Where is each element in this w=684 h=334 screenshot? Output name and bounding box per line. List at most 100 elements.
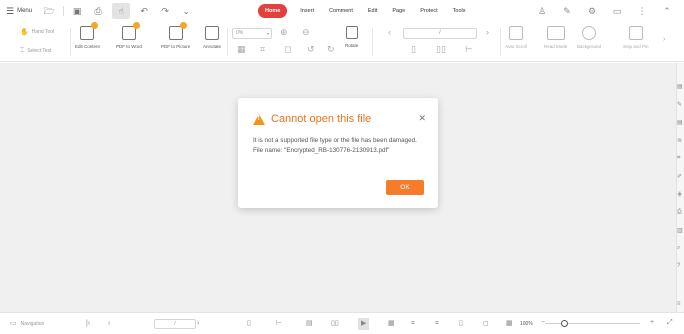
thumbnail-icon[interactable]: ▦ (506, 318, 513, 330)
divider (372, 28, 373, 56)
snip-and-pin-button[interactable]: Snip and Pin (623, 26, 649, 49)
document-icon[interactable]: ▤ (306, 318, 313, 330)
sidebar-icon: ▭ (10, 320, 17, 327)
next-page-icon[interactable]: › (486, 28, 489, 37)
tab-page[interactable]: Page (392, 4, 405, 18)
two-page-icon[interactable]: ▯▯ (436, 45, 446, 54)
menu-button[interactable]: ☰ Menu (6, 6, 32, 17)
split-icon[interactable]: ⋕ (677, 191, 684, 198)
single-page-icon[interactable]: ▯ (411, 45, 416, 54)
rotate-button[interactable]: Rotate (345, 26, 358, 48)
crop-icon[interactable]: ⌗ (677, 155, 684, 162)
zoom-slider[interactable] (545, 320, 640, 327)
print-icon[interactable]: ⎙ (677, 209, 684, 216)
read-mode-label: Read Mode (544, 44, 568, 49)
close-icon[interactable]: ✕ (418, 113, 426, 124)
zoom-out-icon[interactable]: ⊖ (302, 28, 310, 37)
fit-width-icon[interactable]: ⌗ (411, 318, 415, 330)
undo-icon[interactable]: ↶ (137, 4, 151, 18)
next-page-icon[interactable]: › (197, 318, 199, 330)
annotate-button[interactable]: Annotate (203, 26, 221, 49)
pdf-to-word-icon (121, 22, 140, 40)
background-label: Background (577, 44, 602, 49)
document-icon[interactable]: ▤ (677, 119, 684, 126)
brush-icon[interactable]: ✐ (677, 173, 684, 180)
hamburger-icon: ☰ (6, 5, 15, 16)
save-icon[interactable]: ▣ (70, 4, 84, 18)
more-icon[interactable]: ⋮ (634, 3, 650, 19)
rotate-right-icon[interactable]: ↻ (327, 45, 335, 54)
ok-button[interactable]: OK (386, 180, 424, 195)
tab-comment[interactable]: Comment (329, 4, 353, 18)
previous-page-icon[interactable]: ‹ (388, 28, 391, 37)
two-page-icon[interactable]: ▯▯ (331, 318, 339, 330)
panel-toggle-icon[interactable]: ≡ (677, 301, 684, 307)
ribbon-toolbar: ✋ Hand Tool ⌶ Select Text Edit Content P… (0, 22, 684, 62)
rotate-left-icon[interactable]: ↺ (307, 45, 315, 54)
customize-dropdown-icon[interactable]: ⌄ (179, 4, 193, 18)
actual-size-icon[interactable]: ◻ (284, 45, 291, 54)
tab-home[interactable]: Home (258, 4, 288, 18)
hand-pointer-icon[interactable]: ☝ (112, 3, 131, 19)
tab-edit[interactable]: Edit (368, 4, 377, 18)
user-icon[interactable]: ♙ (534, 3, 550, 19)
continuous-icon[interactable]: ⊢ (465, 45, 473, 54)
edit-content-icon (80, 22, 99, 40)
crop-icon[interactable]: ⌗ (435, 318, 439, 330)
dialog-header: Cannot open this file (253, 113, 371, 125)
read-mode-icon[interactable]: ▶ (358, 318, 370, 330)
auto-scroll-button[interactable]: Auto Scroll (505, 26, 527, 49)
page-number-input[interactable]: / (154, 319, 196, 329)
zoom-in-icon[interactable]: + (650, 317, 654, 329)
open-folder-icon[interactable]: 🗁 (42, 4, 56, 18)
edit-content-button[interactable]: Edit Content (75, 22, 100, 49)
note-icon[interactable]: ▯ (459, 318, 463, 330)
auto-scroll-label: Auto Scroll (505, 44, 527, 49)
auto-scroll-icon (508, 26, 523, 40)
pdf-to-word-button[interactable]: PDF to Word (116, 22, 142, 49)
tab-tools[interactable]: Tools (453, 4, 466, 18)
pdf-to-picture-button[interactable]: PDF to Picture (161, 22, 191, 49)
fullscreen-icon[interactable]: ⤢ (667, 317, 673, 329)
page-number-input[interactable]: / (403, 28, 477, 39)
file-name-text: File name: "Encrypted_RB-130776-2130913.… (253, 146, 390, 154)
settings-icon[interactable]: ⚙ (584, 3, 600, 19)
pdf-to-picture-label: PDF to Picture (161, 44, 191, 49)
compare-icon[interactable]: ≋ (677, 137, 684, 144)
archive-icon[interactable]: ▥ (677, 227, 684, 234)
fit-page-icon[interactable]: ▦ (388, 318, 395, 330)
zoom-select[interactable]: 0% ▾ (232, 28, 272, 39)
divider (70, 28, 71, 56)
status-bar: ▭ Navigation |‹ ‹ / › ▯ ⊢ ▤ ▯▯ ▶ ▦ ⌗ ⌗ ▯… (0, 312, 684, 334)
window-controls: ♙ ✎ ⚙ ▭ ⋮ ⌃ (534, 3, 684, 19)
redo-icon[interactable]: ↷ (158, 4, 172, 18)
hand-tool-button[interactable]: ✋ Hand Tool (20, 28, 54, 36)
ribbon-scroll-right-icon[interactable]: › (663, 36, 665, 43)
tab-protect[interactable]: Protect (420, 4, 437, 18)
properties-icon[interactable]: ▤ (677, 83, 684, 90)
single-page-icon[interactable]: ▯ (247, 318, 251, 330)
book-icon (546, 26, 565, 40)
sun-icon (582, 26, 597, 40)
read-mode-button[interactable]: Read Mode (544, 26, 567, 49)
zoom-level[interactable]: 100% (520, 318, 533, 330)
navigation-toggle[interactable]: ▭ Navigation (10, 318, 44, 330)
edit-icon[interactable]: ✎ (677, 101, 684, 108)
fit-width-icon[interactable]: ⌗ (260, 45, 265, 54)
collapse-ribbon-icon[interactable]: ⌃ (659, 3, 675, 19)
pen-icon[interactable]: ✎ (559, 3, 575, 19)
first-page-icon[interactable]: |‹ (86, 318, 90, 330)
zoom-slider-handle[interactable] (561, 320, 568, 327)
background-button[interactable]: Background (577, 26, 601, 49)
select-text-button[interactable]: ⌶ Select Text (20, 47, 52, 55)
actual-size-icon[interactable]: ◻ (483, 318, 489, 330)
chat-icon[interactable]: ▭ (609, 3, 625, 19)
previous-page-icon[interactable]: ‹ (108, 318, 110, 330)
print-icon[interactable]: ⎙ (91, 4, 105, 18)
search-icon[interactable]: ⌕ (677, 245, 684, 252)
zoom-in-icon[interactable]: ⊕ (280, 28, 288, 37)
help-icon[interactable]: ? (677, 263, 684, 269)
tab-insert[interactable]: Insert (300, 4, 314, 18)
fit-page-icon[interactable]: ▦ (237, 45, 246, 54)
continuous-icon[interactable]: ⊢ (276, 318, 282, 330)
